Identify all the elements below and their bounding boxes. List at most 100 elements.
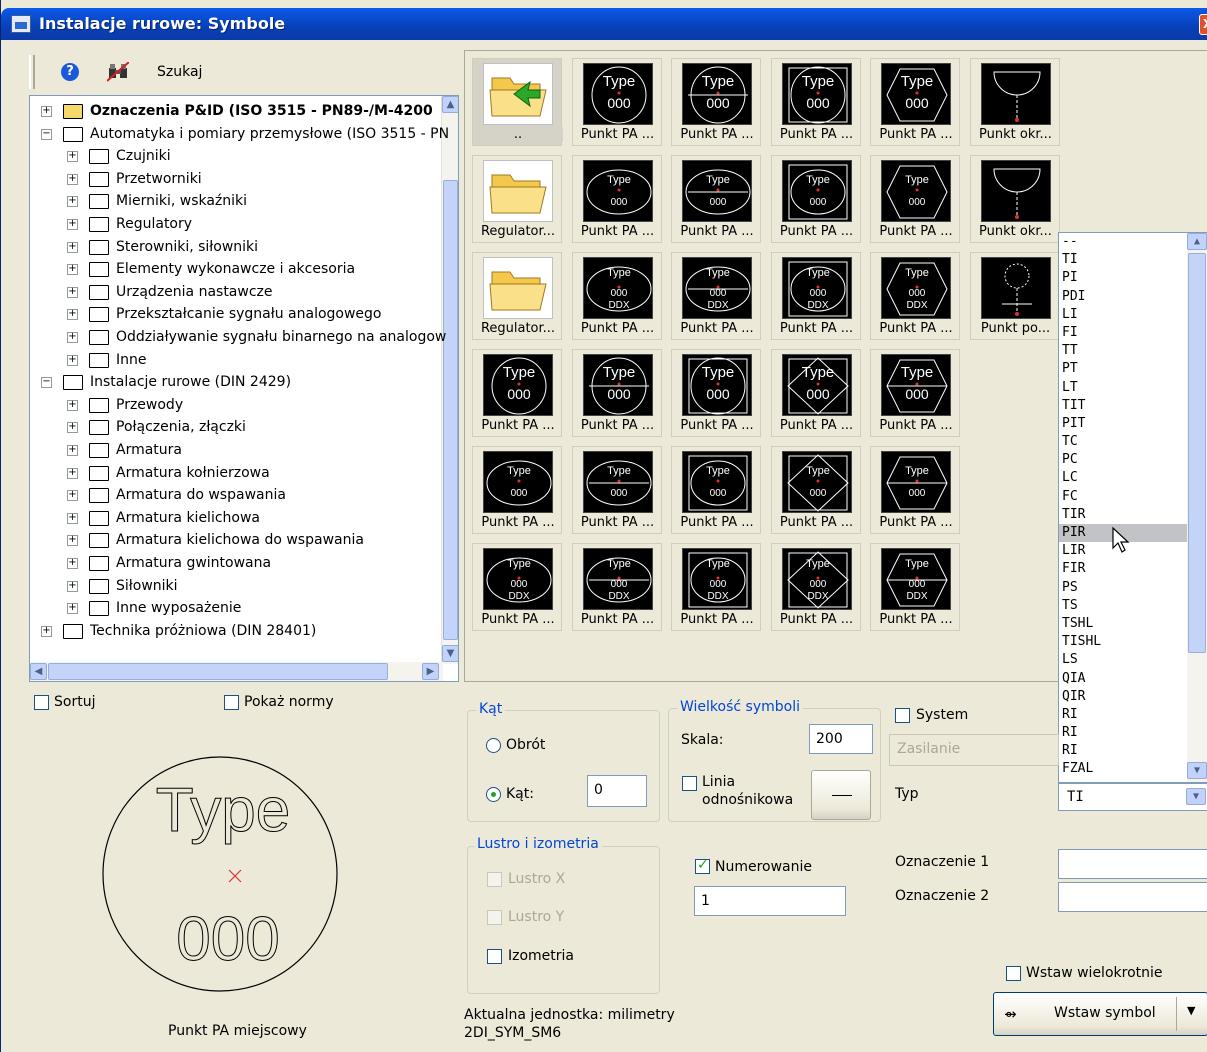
tree-item[interactable]: + Regulatory	[30, 213, 442, 235]
angle-input[interactable]: 0	[587, 775, 647, 807]
label-2-input[interactable]	[1058, 882, 1207, 912]
symbol-tile[interactable]: Type 000 Punkt PA ...	[472, 349, 562, 437]
mirror-x-checkbox[interactable]	[487, 872, 502, 887]
symbol-tile[interactable]: Type 000 Punkt PA ...	[571, 349, 662, 437]
leader-style-button[interactable]	[811, 770, 871, 820]
tree-item[interactable]: + Przetworniki	[30, 168, 442, 190]
tree-item[interactable]: + Czujniki	[30, 145, 442, 167]
insert-symbol-button[interactable]: ⇴ Wstaw symbol ▼	[993, 992, 1207, 1036]
tree-item[interactable]: + Elementy wykonawcze i akcesoria	[30, 258, 442, 280]
expand-icon[interactable]: +	[67, 241, 78, 253]
expand-icon[interactable]: +	[67, 558, 78, 569]
tree-horizontal-scrollbar[interactable]: ◀ ▶	[30, 662, 443, 681]
category-tree[interactable]: ▲ ▼ ◀ ▶ + Oznaczenia P&ID (ISO 3515 - PN8…	[29, 95, 459, 682]
symbol-tile[interactable]: Type 000 Punkt PA ...	[770, 349, 861, 437]
dropdown-scroll-down[interactable]: ▼	[1187, 762, 1207, 779]
angle-radio[interactable]	[486, 787, 501, 802]
symbol-tile[interactable]: Type 000 Punkt PA ...	[770, 446, 861, 534]
help-icon[interactable]: ?	[61, 63, 79, 81]
expand-icon[interactable]: +	[67, 445, 78, 456]
tree-item[interactable]: + Armatura kołnierzowa	[30, 462, 442, 484]
symbol-tile[interactable]: Type 000 DDX Punkt PA ...	[671, 252, 761, 340]
scroll-right-button[interactable]: ▶	[422, 663, 439, 680]
dropdown-option[interactable]: TIT	[1059, 397, 1187, 415]
dropdown-option[interactable]: TSHL	[1059, 615, 1187, 633]
expand-icon[interactable]: +	[67, 467, 78, 479]
dropdown-option[interactable]: LC	[1059, 469, 1187, 487]
tree-item[interactable]: + Sterowniki, siłowniki	[30, 236, 442, 258]
mirror-y-checkbox[interactable]	[487, 910, 502, 925]
expand-icon[interactable]: +	[67, 535, 78, 547]
toolbar-grip[interactable]	[29, 55, 35, 89]
system-input[interactable]: Zasilanie	[889, 734, 1059, 766]
dropdown-option[interactable]: --	[1059, 233, 1187, 251]
tree-item[interactable]: + Armatura kielichowa do wspawania	[30, 529, 442, 551]
dropdown-option[interactable]: TIR	[1059, 506, 1187, 524]
symbol-tile[interactable]: Type 000 Punkt PA ...	[870, 58, 960, 146]
collapse-icon[interactable]: −	[41, 377, 52, 389]
dropdown-option[interactable]: PIT	[1059, 415, 1187, 433]
dropdown-option[interactable]: PI	[1059, 269, 1187, 287]
expand-icon[interactable]: +	[67, 309, 78, 321]
symbol-tile[interactable]: Type 000 Punkt PA ...	[571, 446, 662, 534]
expand-icon[interactable]: +	[67, 196, 78, 208]
expand-icon[interactable]: +	[67, 173, 78, 185]
dropdown-option[interactable]: QIA	[1059, 670, 1187, 688]
symbol-tile[interactable]: Type 000 Punkt PA ...	[671, 58, 761, 146]
dropdown-arrow-icon[interactable]: ▼	[1187, 1004, 1195, 1017]
symbol-tile[interactable]: Type 000 DDX Punkt PA ...	[770, 252, 861, 340]
symbol-tile[interactable]: Type 000 DDX Punkt PA ...	[671, 543, 761, 631]
show-norms-checkbox[interactable]	[224, 695, 239, 710]
tree-item[interactable]: + Armatura do wspawania	[30, 484, 442, 506]
expand-icon[interactable]: +	[67, 490, 78, 502]
type-dropdown-list[interactable]: -- TI PI PDI LI FI TT PT LT TIT PIT TC PC LC FC TIR PIR L…	[1058, 232, 1207, 783]
symbol-tile[interactable]: Type 000 Punkt PA ...	[571, 58, 662, 146]
title-bar[interactable]: Instalacje rurowe: Symbole X	[1, 8, 1207, 40]
insert-multiple-checkbox[interactable]	[1006, 966, 1021, 981]
dropdown-scroll-up[interactable]: ▲	[1187, 233, 1207, 250]
dropdown-option[interactable]: QIR	[1059, 688, 1187, 706]
symbol-tile[interactable]: Type 000 DDX Punkt PA ...	[870, 543, 960, 631]
tree-item[interactable]: + Przewody	[30, 394, 442, 416]
tree-item[interactable]: + Technika próżniowa (DIN 28401)	[30, 620, 442, 642]
dropdown-option[interactable]: TT	[1059, 342, 1187, 360]
expand-icon[interactable]: +	[67, 332, 78, 343]
tree-item[interactable]: + Oznaczenia P&ID (ISO 3515 - PN89-/M-420…	[30, 100, 442, 122]
expand-icon[interactable]: +	[67, 603, 78, 615]
tree-item[interactable]: + Inne wyposażenie	[30, 597, 442, 619]
tree-item[interactable]: − Automatyka i pomiary przemysłowe (ISO 3…	[30, 123, 449, 145]
expand-icon[interactable]: +	[41, 106, 52, 117]
tree-item[interactable]: + Armatura	[30, 439, 442, 461]
tree-item[interactable]: + Armatura gwintowana	[30, 552, 442, 574]
collapse-icon[interactable]: −	[41, 128, 52, 140]
search-label[interactable]: Szukaj	[157, 64, 202, 80]
dropdown-option[interactable]: TC	[1059, 433, 1187, 451]
symbol-tile[interactable]: Type 000 Punkt PA ...	[870, 349, 960, 437]
dropdown-option[interactable]: LS	[1059, 651, 1187, 669]
symbol-tile[interactable]: Punkt okr...	[969, 155, 1060, 243]
tree-item[interactable]: + Inne	[30, 349, 442, 371]
dropdown-option[interactable]: RI	[1059, 742, 1187, 760]
symbol-tile[interactable]: Type 000 DDX Punkt PA ...	[571, 543, 662, 631]
hscroll-thumb[interactable]	[48, 663, 388, 680]
dropdown-option[interactable]: RI	[1059, 706, 1187, 724]
symbol-tile[interactable]: Type 000 DDX Punkt PA ...	[770, 543, 861, 631]
dropdown-scroll-thumb[interactable]	[1188, 253, 1206, 653]
tree-item[interactable]: + Urządzenia nastawcze	[30, 281, 442, 303]
tree-item[interactable]: + Połączenia, złączki	[30, 416, 442, 438]
symbol-tile[interactable]: Type 000 Punkt PA ...	[571, 155, 662, 243]
dropdown-option[interactable]: PC	[1059, 451, 1187, 469]
dropdown-scrollbar[interactable]: ▲ ▼	[1187, 233, 1207, 782]
symbol-tile[interactable]: Regulator...	[472, 252, 562, 340]
dropdown-option[interactable]: FC	[1059, 488, 1187, 506]
system-checkbox[interactable]	[895, 708, 910, 723]
symbol-tile[interactable]: ..	[472, 58, 563, 146]
expand-icon[interactable]: +	[67, 512, 78, 524]
dropdown-option[interactable]: PT	[1059, 360, 1187, 378]
expand-icon[interactable]: +	[67, 219, 78, 230]
dropdown-option[interactable]: LT	[1059, 379, 1187, 397]
symbol-tile[interactable]: Type 000 Punkt PA ...	[870, 155, 960, 243]
symbol-tile[interactable]: Type 000 Punkt PA ...	[671, 155, 761, 243]
symbol-tile[interactable]: Type 000 DDX Punkt PA ...	[472, 543, 562, 631]
label-1-input[interactable]	[1058, 849, 1207, 879]
